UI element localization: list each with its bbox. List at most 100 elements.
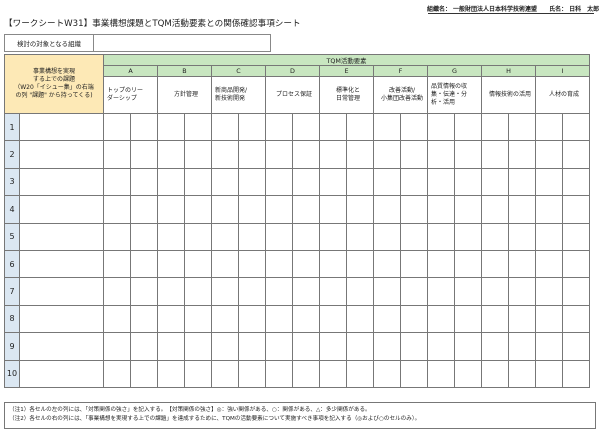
action-item-cell[interactable]: [562, 277, 590, 306]
action-item-cell[interactable]: [184, 277, 212, 306]
issue-cell[interactable]: [19, 140, 104, 169]
action-item-cell[interactable]: [238, 249, 266, 279]
action-item-cell[interactable]: [292, 304, 320, 334]
action-item-cell[interactable]: [562, 112, 590, 142]
relation-strength-cell[interactable]: [535, 112, 563, 142]
action-item-cell[interactable]: [346, 167, 374, 197]
relation-strength-cell[interactable]: [103, 222, 131, 251]
relation-strength-cell[interactable]: [373, 332, 401, 361]
action-item-cell[interactable]: [130, 359, 158, 388]
action-item-cell[interactable]: [292, 332, 320, 361]
relation-strength-cell[interactable]: [103, 359, 131, 388]
action-item-cell[interactable]: [508, 249, 536, 279]
action-item-cell[interactable]: [346, 332, 374, 361]
relation-strength-cell[interactable]: [157, 167, 185, 197]
relation-strength-cell[interactable]: [319, 195, 347, 224]
action-item-cell[interactable]: [400, 249, 428, 279]
action-item-cell[interactable]: [400, 359, 428, 388]
action-item-cell[interactable]: [454, 249, 482, 279]
relation-strength-cell[interactable]: [265, 359, 293, 388]
action-item-cell[interactable]: [400, 277, 428, 306]
relation-strength-cell[interactable]: [535, 167, 563, 197]
action-item-cell[interactable]: [238, 359, 266, 388]
action-item-cell[interactable]: [454, 222, 482, 251]
action-item-cell[interactable]: [130, 140, 158, 169]
relation-strength-cell[interactable]: [481, 332, 509, 361]
relation-strength-cell[interactable]: [319, 249, 347, 279]
relation-strength-cell[interactable]: [427, 277, 455, 306]
action-item-cell[interactable]: [292, 222, 320, 251]
issue-cell[interactable]: [19, 304, 104, 334]
relation-strength-cell[interactable]: [265, 332, 293, 361]
relation-strength-cell[interactable]: [211, 112, 239, 142]
action-item-cell[interactable]: [292, 167, 320, 197]
action-item-cell[interactable]: [238, 222, 266, 251]
relation-strength-cell[interactable]: [265, 304, 293, 334]
action-item-cell[interactable]: [184, 195, 212, 224]
relation-strength-cell[interactable]: [157, 112, 185, 142]
action-item-cell[interactable]: [184, 167, 212, 197]
relation-strength-cell[interactable]: [319, 304, 347, 334]
issue-cell[interactable]: [19, 277, 104, 306]
relation-strength-cell[interactable]: [211, 249, 239, 279]
action-item-cell[interactable]: [562, 222, 590, 251]
action-item-cell[interactable]: [454, 140, 482, 169]
relation-strength-cell[interactable]: [265, 140, 293, 169]
relation-strength-cell[interactable]: [319, 222, 347, 251]
action-item-cell[interactable]: [346, 359, 374, 388]
relation-strength-cell[interactable]: [103, 332, 131, 361]
action-item-cell[interactable]: [454, 332, 482, 361]
relation-strength-cell[interactable]: [157, 277, 185, 306]
relation-strength-cell[interactable]: [265, 277, 293, 306]
relation-strength-cell[interactable]: [319, 332, 347, 361]
action-item-cell[interactable]: [238, 112, 266, 142]
action-item-cell[interactable]: [454, 195, 482, 224]
relation-strength-cell[interactable]: [319, 277, 347, 306]
action-item-cell[interactable]: [130, 112, 158, 142]
action-item-cell[interactable]: [400, 332, 428, 361]
relation-strength-cell[interactable]: [535, 249, 563, 279]
action-item-cell[interactable]: [346, 195, 374, 224]
action-item-cell[interactable]: [454, 277, 482, 306]
relation-strength-cell[interactable]: [265, 112, 293, 142]
action-item-cell[interactable]: [184, 332, 212, 361]
relation-strength-cell[interactable]: [319, 167, 347, 197]
relation-strength-cell[interactable]: [211, 167, 239, 197]
action-item-cell[interactable]: [508, 222, 536, 251]
relation-strength-cell[interactable]: [319, 140, 347, 169]
relation-strength-cell[interactable]: [157, 304, 185, 334]
relation-strength-cell[interactable]: [535, 140, 563, 169]
relation-strength-cell[interactable]: [373, 112, 401, 142]
action-item-cell[interactable]: [508, 195, 536, 224]
relation-strength-cell[interactable]: [535, 332, 563, 361]
relation-strength-cell[interactable]: [535, 277, 563, 306]
relation-strength-cell[interactable]: [157, 140, 185, 169]
action-item-cell[interactable]: [562, 195, 590, 224]
action-item-cell[interactable]: [184, 140, 212, 169]
relation-strength-cell[interactable]: [427, 222, 455, 251]
action-item-cell[interactable]: [184, 249, 212, 279]
action-item-cell[interactable]: [562, 304, 590, 334]
action-item-cell[interactable]: [454, 304, 482, 334]
action-item-cell[interactable]: [454, 167, 482, 197]
action-item-cell[interactable]: [292, 277, 320, 306]
relation-strength-cell[interactable]: [103, 249, 131, 279]
relation-strength-cell[interactable]: [265, 222, 293, 251]
relation-strength-cell[interactable]: [373, 222, 401, 251]
action-item-cell[interactable]: [238, 167, 266, 197]
issue-cell[interactable]: [19, 195, 104, 224]
relation-strength-cell[interactable]: [427, 167, 455, 197]
relation-strength-cell[interactable]: [373, 140, 401, 169]
action-item-cell[interactable]: [508, 277, 536, 306]
relation-strength-cell[interactable]: [103, 167, 131, 197]
relation-strength-cell[interactable]: [103, 195, 131, 224]
relation-strength-cell[interactable]: [481, 277, 509, 306]
action-item-cell[interactable]: [400, 167, 428, 197]
relation-strength-cell[interactable]: [319, 359, 347, 388]
relation-strength-cell[interactable]: [373, 304, 401, 334]
action-item-cell[interactable]: [508, 167, 536, 197]
action-item-cell[interactable]: [454, 112, 482, 142]
relation-strength-cell[interactable]: [481, 112, 509, 142]
action-item-cell[interactable]: [292, 359, 320, 388]
relation-strength-cell[interactable]: [211, 195, 239, 224]
